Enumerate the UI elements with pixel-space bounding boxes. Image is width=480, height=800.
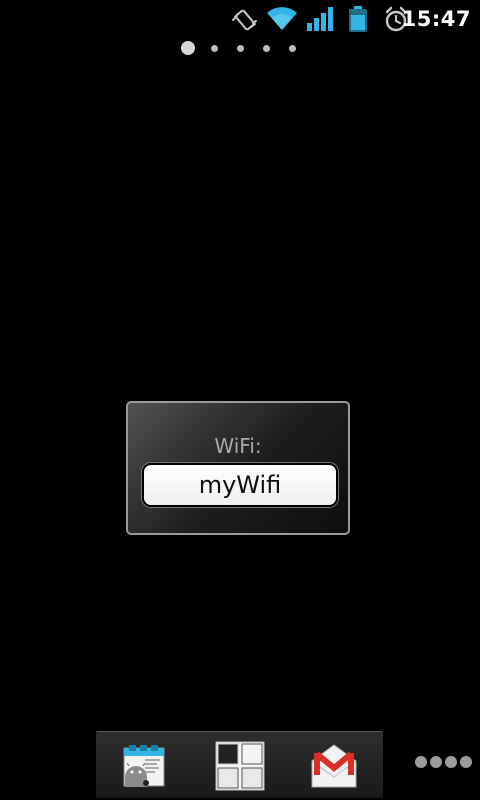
battery-icon xyxy=(349,6,367,32)
status-bar: 15:47 xyxy=(0,0,480,38)
more-dot-3 xyxy=(445,756,457,768)
more-dot-4 xyxy=(460,756,472,768)
wifi-icon xyxy=(267,7,297,30)
signal-icon xyxy=(307,7,333,31)
page-dot-3 xyxy=(237,45,244,52)
page-dot-5 xyxy=(289,45,296,52)
wifi-name-box[interactable]: myWifi xyxy=(142,463,338,507)
vibrate-icon xyxy=(232,9,257,31)
page-dot-1 xyxy=(181,41,195,55)
status-clock: 15:47 xyxy=(401,7,471,31)
wifi-widget-label: WiFi: xyxy=(214,434,262,458)
app-drawer-icon[interactable] xyxy=(215,741,265,791)
android-app-icon[interactable] xyxy=(120,741,170,791)
more-dot-1 xyxy=(415,756,427,768)
more-dot-2 xyxy=(430,756,442,768)
dock xyxy=(96,731,383,798)
gmail-icon[interactable] xyxy=(309,741,359,791)
wifi-widget[interactable]: WiFi: myWifi xyxy=(126,401,350,535)
all-apps-button[interactable] xyxy=(415,756,473,770)
page-dot-4 xyxy=(263,45,270,52)
home-screen: 15:47 WiFi: myWifi xyxy=(0,0,480,800)
page-dot-2 xyxy=(211,45,218,52)
wifi-name: myWifi xyxy=(198,471,282,499)
